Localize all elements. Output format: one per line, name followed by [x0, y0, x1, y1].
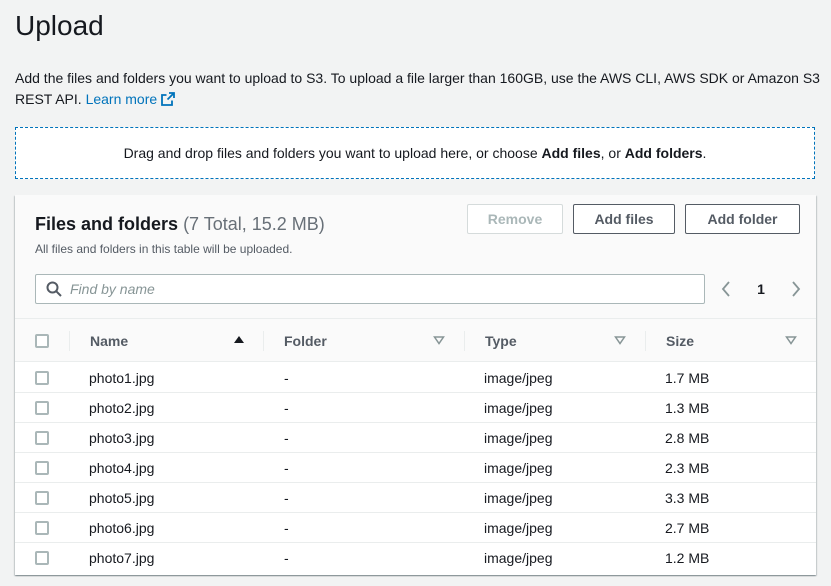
file-name: photo3.jpg — [89, 430, 155, 446]
file-size: 1.2 MB — [665, 550, 710, 566]
column-header-folder[interactable]: Folder — [284, 319, 327, 362]
file-size: 2.8 MB — [665, 430, 710, 446]
row-checkbox[interactable] — [35, 461, 49, 475]
file-folder: - — [284, 550, 289, 566]
file-name: photo6.jpg — [89, 520, 155, 536]
select-all-cell — [35, 319, 49, 362]
sort-descending-icon[interactable] — [433, 334, 445, 346]
file-size: 1.3 MB — [665, 400, 710, 416]
page-description: Add the files and folders you want to up… — [15, 68, 820, 112]
table-header: Name Folder Type Size — [15, 319, 816, 362]
file-size: 2.7 MB — [665, 520, 710, 536]
sort-ascending-icon[interactable] — [233, 334, 245, 346]
add-files-button[interactable]: Add files — [573, 204, 675, 234]
select-all-checkbox[interactable] — [35, 333, 49, 348]
file-type: image/jpeg — [484, 520, 553, 536]
row-checkbox[interactable] — [35, 551, 49, 565]
chevron-left-icon[interactable] — [721, 281, 731, 297]
sort-descending-icon[interactable] — [785, 334, 797, 346]
search-input[interactable] — [70, 281, 670, 297]
files-panel-title: Files and folders (7 Total, 15.2 MB) — [35, 214, 325, 234]
external-link-icon — [161, 91, 176, 112]
column-divider — [464, 331, 465, 351]
search-box — [35, 274, 705, 304]
row-checkbox[interactable] — [35, 371, 49, 385]
column-divider — [69, 331, 70, 351]
pagination: 1 — [721, 279, 801, 299]
file-folder: - — [284, 490, 289, 506]
file-type: image/jpeg — [484, 430, 553, 446]
page-number[interactable]: 1 — [757, 281, 765, 297]
row-checkbox[interactable] — [35, 431, 49, 445]
file-folder: - — [284, 370, 289, 386]
add-folder-button[interactable]: Add folder — [685, 204, 800, 234]
table-row: photo4.jpg - image/jpeg 2.3 MB — [15, 453, 816, 483]
page-title: Upload — [15, 10, 104, 41]
table-row: photo7.jpg - image/jpeg 1.2 MB — [15, 543, 816, 573]
column-header-name[interactable]: Name — [90, 319, 128, 362]
row-checkbox[interactable] — [35, 521, 49, 535]
file-size: 3.3 MB — [665, 490, 710, 506]
upload-dropzone[interactable]: Drag and drop files and folders you want… — [15, 127, 815, 179]
file-name: photo7.jpg — [89, 550, 155, 566]
table-row: photo1.jpg - image/jpeg 1.7 MB — [15, 363, 816, 393]
file-size: 1.7 MB — [665, 370, 710, 386]
column-divider — [263, 331, 264, 351]
chevron-right-icon[interactable] — [791, 281, 801, 297]
files-panel-header: Files and folders (7 Total, 15.2 MB) All… — [15, 195, 816, 319]
file-name: photo4.jpg — [89, 460, 155, 476]
file-name: photo1.jpg — [89, 370, 155, 386]
files-panel-subtitle: All files and folders in this table will… — [35, 242, 293, 256]
file-name: photo5.jpg — [89, 490, 155, 506]
file-type: image/jpeg — [484, 370, 553, 386]
file-name: photo2.jpg — [89, 400, 155, 416]
row-checkbox[interactable] — [35, 491, 49, 505]
column-header-size[interactable]: Size — [666, 319, 694, 362]
column-divider — [645, 331, 646, 351]
file-type: image/jpeg — [484, 490, 553, 506]
column-header-type[interactable]: Type — [485, 319, 517, 362]
file-type: image/jpeg — [484, 460, 553, 476]
file-folder: - — [284, 460, 289, 476]
files-count: (7 Total, 15.2 MB) — [183, 214, 325, 234]
sort-descending-icon[interactable] — [614, 334, 626, 346]
file-size: 2.3 MB — [665, 460, 710, 476]
table-row: photo6.jpg - image/jpeg 2.7 MB — [15, 513, 816, 543]
remove-button[interactable]: Remove — [467, 204, 563, 234]
table-row: photo5.jpg - image/jpeg 3.3 MB — [15, 483, 816, 513]
files-panel: Files and folders (7 Total, 15.2 MB) All… — [15, 195, 816, 575]
file-folder: - — [284, 520, 289, 536]
file-folder: - — [284, 430, 289, 446]
row-checkbox[interactable] — [35, 401, 49, 415]
table-row: photo3.jpg - image/jpeg 2.8 MB — [15, 423, 816, 453]
learn-more-link[interactable]: Learn more — [86, 91, 176, 107]
file-type: image/jpeg — [484, 550, 553, 566]
search-icon — [46, 281, 62, 297]
file-type: image/jpeg — [484, 400, 553, 416]
file-folder: - — [284, 400, 289, 416]
table-row: photo2.jpg - image/jpeg 1.3 MB — [15, 393, 816, 423]
